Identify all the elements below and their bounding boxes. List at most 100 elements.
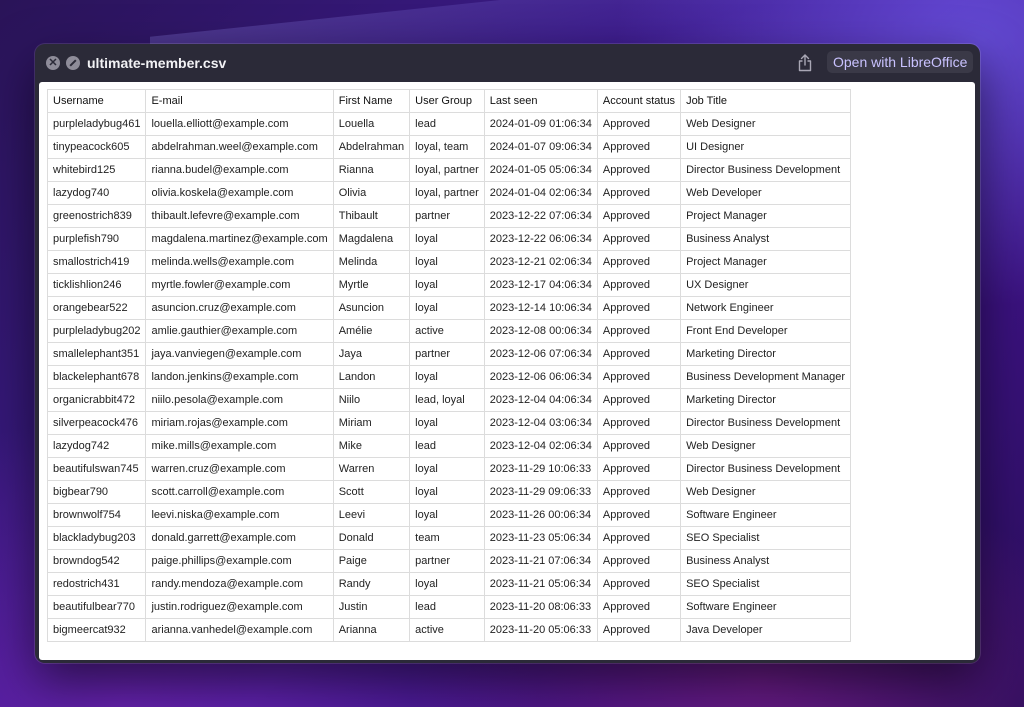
table-cell: beautifulbear770 bbox=[46, 595, 147, 619]
table-cell: Marketing Director bbox=[680, 342, 852, 366]
table-cell: bigbear790 bbox=[46, 480, 147, 504]
table-cell: Network Engineer bbox=[680, 296, 852, 320]
table-cell: smallostrich419 bbox=[46, 250, 147, 274]
table-cell: tinypeacock605 bbox=[46, 135, 147, 159]
table-cell: 2023-11-29 09:06:33 bbox=[483, 480, 598, 504]
table-cell: randy.mendoza@example.com bbox=[145, 572, 334, 596]
table-row: brownwolf754 leevi.niska@example.com Leevi… bbox=[46, 503, 852, 527]
table-cell: melinda.wells@example.com bbox=[145, 250, 334, 274]
table-cell: 2024-01-09 01:06:34 bbox=[483, 112, 598, 136]
table-header-row: Username E-mail First Name User Group Last s… bbox=[46, 89, 852, 113]
table-cell: Business Development Manager bbox=[680, 365, 852, 389]
quick-look-window: ✕ ultimate-member.csv Open with LibreOff… bbox=[35, 44, 980, 663]
table-cell: Approved bbox=[596, 227, 682, 251]
column-header: First Name bbox=[332, 89, 411, 113]
table-cell: Web Developer bbox=[680, 181, 852, 205]
table-cell: thibault.lefevre@example.com bbox=[145, 204, 334, 228]
table-cell: justin.rodriguez@example.com bbox=[145, 595, 334, 619]
block-icon[interactable] bbox=[66, 56, 80, 70]
table-cell: loyal, partner bbox=[409, 181, 485, 205]
table-cell: ticklishlion246 bbox=[46, 273, 147, 297]
table-cell: loyal bbox=[409, 411, 485, 435]
table-cell: Business Analyst bbox=[680, 549, 852, 573]
table-cell: niilo.pesola@example.com bbox=[145, 388, 334, 412]
table-cell: purpleladybug461 bbox=[46, 112, 147, 136]
table-cell: Approved bbox=[596, 549, 682, 573]
table-cell: asuncion.cruz@example.com bbox=[145, 296, 334, 320]
table-cell: 2023-12-14 10:06:34 bbox=[483, 296, 598, 320]
table-cell: partner bbox=[409, 342, 485, 366]
table-cell: loyal bbox=[409, 457, 485, 481]
table-cell: Melinda bbox=[332, 250, 411, 274]
table-cell: brownwolf754 bbox=[46, 503, 147, 527]
table-row: beautifulbear770 justin.rodriguez@example… bbox=[46, 595, 852, 619]
column-header: Account status bbox=[596, 89, 682, 113]
share-icon[interactable] bbox=[798, 54, 812, 72]
table-row: blackladybug203 donald.garrett@example.co… bbox=[46, 526, 852, 550]
table-cell: loyal bbox=[409, 227, 485, 251]
table-cell: Software Engineer bbox=[680, 595, 852, 619]
table-cell: lead, loyal bbox=[409, 388, 485, 412]
column-header: E-mail bbox=[145, 89, 334, 113]
table-cell: Approved bbox=[596, 319, 682, 343]
table-cell: Randy bbox=[332, 572, 411, 596]
table-row: beautifulswan745 warren.cruz@example.com W… bbox=[46, 457, 852, 481]
table-cell: loyal, team bbox=[409, 135, 485, 159]
close-icon[interactable]: ✕ bbox=[46, 56, 60, 70]
table-cell: lead bbox=[409, 595, 485, 619]
table-cell: partner bbox=[409, 204, 485, 228]
table-cell: 2023-11-26 00:06:34 bbox=[483, 503, 598, 527]
table-cell: SEO Specialist bbox=[680, 526, 852, 550]
table-cell: bigmeercat932 bbox=[46, 618, 147, 642]
open-with-libreoffice-button[interactable]: Open with LibreOffice bbox=[827, 51, 974, 73]
table-cell: Niilo bbox=[332, 388, 411, 412]
table-cell: 2023-12-22 07:06:34 bbox=[483, 204, 598, 228]
table-cell: Approved bbox=[596, 296, 682, 320]
table-cell: Approved bbox=[596, 250, 682, 274]
table-cell: Warren bbox=[332, 457, 411, 481]
table-cell: myrtle.fowler@example.com bbox=[145, 273, 334, 297]
table-cell: rianna.budel@example.com bbox=[145, 158, 334, 182]
table-row: browndog542 paige.phillips@example.com Pai… bbox=[46, 549, 852, 573]
table-cell: Approved bbox=[596, 181, 682, 205]
table-cell: active bbox=[409, 319, 485, 343]
table-cell: Project Manager bbox=[680, 204, 852, 228]
column-header: User Group bbox=[409, 89, 485, 113]
table-cell: SEO Specialist bbox=[680, 572, 852, 596]
table-cell: Abdelrahman bbox=[332, 135, 411, 159]
table-cell: 2023-11-21 05:06:34 bbox=[483, 572, 598, 596]
table-row: bigmeercat932 arianna.vanhedel@example.co… bbox=[46, 618, 852, 642]
table-cell: Business Analyst bbox=[680, 227, 852, 251]
table-cell: Miriam bbox=[332, 411, 411, 435]
table-cell: Magdalena bbox=[332, 227, 411, 251]
table-row: organicrabbit472 niilo.pesola@example.com… bbox=[46, 388, 852, 412]
table-row: ticklishlion246 myrtle.fowler@example.com… bbox=[46, 273, 852, 297]
table-cell: abdelrahman.weel@example.com bbox=[145, 135, 334, 159]
table-cell: miriam.rojas@example.com bbox=[145, 411, 334, 435]
table-cell: Web Designer bbox=[680, 434, 852, 458]
table-cell: 2023-12-17 04:06:34 bbox=[483, 273, 598, 297]
table-row: greenostrich839 thibault.lefevre@example.… bbox=[46, 204, 852, 228]
table-cell: purpleladybug202 bbox=[46, 319, 147, 343]
table-cell: landon.jenkins@example.com bbox=[145, 365, 334, 389]
table-cell: leevi.niska@example.com bbox=[145, 503, 334, 527]
table-cell: partner bbox=[409, 549, 485, 573]
table-cell: lead bbox=[409, 112, 485, 136]
table-cell: warren.cruz@example.com bbox=[145, 457, 334, 481]
table-cell: loyal, partner bbox=[409, 158, 485, 182]
table-cell: lead bbox=[409, 434, 485, 458]
table-cell: loyal bbox=[409, 480, 485, 504]
table-cell: UX Designer bbox=[680, 273, 852, 297]
table-cell: Web Designer bbox=[680, 480, 852, 504]
table-cell: redostrich431 bbox=[46, 572, 147, 596]
table-cell: beautifulswan745 bbox=[46, 457, 147, 481]
table-cell: jaya.vanviegen@example.com bbox=[145, 342, 334, 366]
table-cell: 2024-01-07 09:06:34 bbox=[483, 135, 598, 159]
table-cell: purplefish790 bbox=[46, 227, 147, 251]
table-cell: Approved bbox=[596, 457, 682, 481]
table-cell: 2023-12-04 02:06:34 bbox=[483, 434, 598, 458]
table-cell: Asuncion bbox=[332, 296, 411, 320]
column-header: Job Title bbox=[680, 89, 852, 113]
table-row: purpleladybug461 louella.elliott@example.… bbox=[46, 112, 852, 136]
table-cell: Web Designer bbox=[680, 112, 852, 136]
